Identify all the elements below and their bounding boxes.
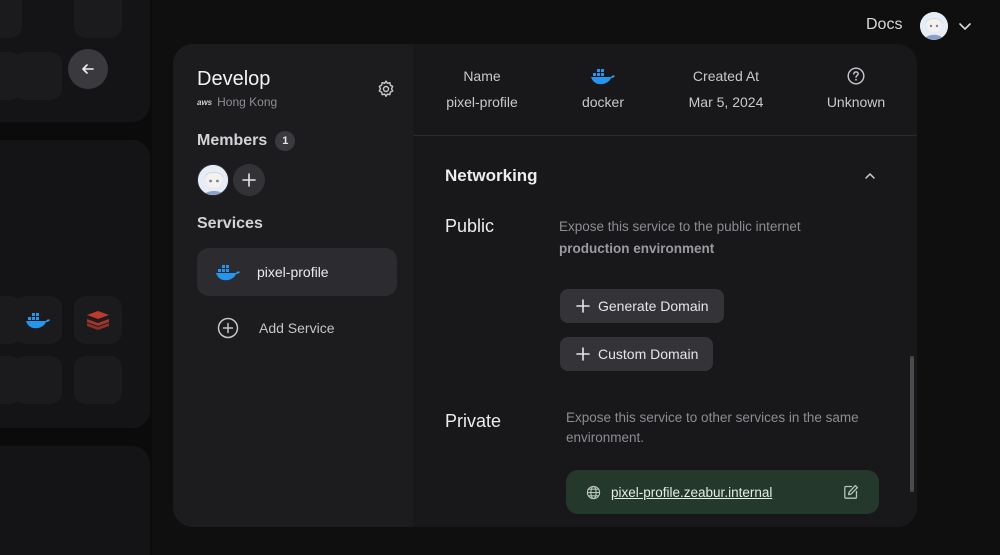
members-label: Members — [197, 132, 268, 149]
info-status-key — [813, 66, 899, 86]
aws-icon: aws — [197, 97, 213, 107]
question-circle-icon — [847, 67, 865, 85]
background-tile — [74, 0, 122, 38]
networking-title: Networking — [445, 166, 538, 185]
info-name: Name pixel-profile — [433, 66, 531, 110]
add-member-button[interactable] — [233, 164, 265, 196]
info-created-key: Created At — [692, 68, 760, 84]
custom-domain-label: Custom Domain — [598, 346, 699, 362]
user-avatar[interactable] — [920, 12, 948, 40]
redis-icon — [87, 311, 109, 330]
environment-name: production environment — [559, 241, 715, 256]
info-status-value: Unknown — [826, 94, 886, 110]
project-name: Develop — [197, 68, 271, 90]
project-panel: Develop aws Hong Kong Members 1 Services… — [173, 44, 917, 527]
gear-icon[interactable] — [376, 79, 396, 99]
chevron-up-icon[interactable] — [862, 168, 878, 184]
arrow-left-icon — [82, 64, 94, 74]
chevron-down-icon[interactable] — [957, 18, 973, 34]
member-avatar[interactable] — [197, 164, 229, 196]
background-canvas-card-bottom — [0, 446, 150, 555]
private-hostname-row: pixel-profile.zeabur.internal — [566, 470, 879, 514]
scrollbar[interactable] — [910, 356, 914, 492]
globe-icon — [586, 485, 601, 499]
custom-domain-button[interactable]: Custom Domain — [560, 337, 714, 371]
plus-icon — [242, 173, 256, 187]
background-tile — [14, 52, 62, 100]
background-tile — [0, 0, 22, 38]
plus-icon — [576, 347, 590, 361]
back-button[interactable] — [68, 49, 108, 89]
docker-icon — [591, 69, 615, 85]
public-label: Public — [445, 216, 495, 236]
members-count-badge: 1 — [275, 131, 296, 151]
generate-domain-label: Generate Domain — [598, 298, 709, 314]
service-name: pixel-profile — [257, 264, 329, 280]
info-created-value: Mar 5, 2024 — [688, 94, 764, 110]
avatar-image — [920, 12, 948, 40]
add-service-label: Add Service — [259, 320, 335, 336]
project-sidebar: Develop aws Hong Kong Members 1 Services… — [173, 44, 413, 527]
service-item-pixel-profile[interactable]: pixel-profile — [197, 248, 397, 296]
plus-icon — [576, 299, 590, 313]
background-tile — [74, 356, 122, 404]
info-created: Created At Mar 5, 2024 — [675, 66, 777, 110]
info-type-value: docker — [581, 94, 625, 110]
service-info-bar: Name pixel-profile docker Created At Mar… — [413, 44, 917, 136]
background-tile — [14, 356, 62, 404]
private-hostname-link[interactable]: pixel-profile.zeabur.internal — [611, 485, 772, 500]
info-name-value: pixel-profile — [446, 94, 518, 110]
private-label: Private — [445, 411, 502, 431]
public-environment: production environment — [559, 238, 859, 260]
background-service-tile-docker[interactable] — [14, 296, 62, 344]
info-type-key — [563, 66, 643, 86]
docs-link[interactable]: Docs — [866, 16, 902, 34]
services-heading: Services — [197, 215, 263, 232]
plus-circle-icon — [217, 317, 239, 339]
members-heading: Members 1 — [197, 131, 296, 151]
private-description: Expose this service to other services in… — [566, 410, 859, 445]
docker-icon — [26, 313, 50, 329]
public-description-text: Expose this service to the public intern… — [559, 219, 801, 234]
edit-icon[interactable] — [843, 484, 859, 500]
add-service-button[interactable]: Add Service — [197, 304, 397, 352]
info-type: docker — [563, 66, 643, 110]
public-description: Expose this service to the public intern… — [559, 216, 859, 260]
docker-icon — [216, 265, 240, 281]
region-label: Hong Kong — [217, 95, 278, 109]
avatar-image — [198, 165, 228, 195]
project-region: aws Hong Kong — [197, 95, 277, 109]
service-detail: Name pixel-profile docker Created At Mar… — [413, 44, 917, 527]
generate-domain-button[interactable]: Generate Domain — [560, 289, 724, 323]
background-service-tile-redis[interactable] — [74, 296, 122, 344]
info-status: Unknown — [813, 66, 899, 110]
info-name-key: Name — [463, 68, 501, 84]
